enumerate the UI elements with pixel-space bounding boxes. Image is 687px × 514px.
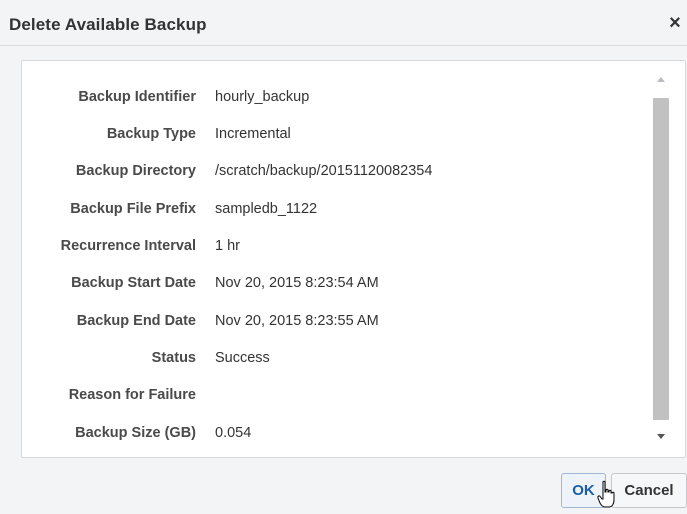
detail-label: Backup Type — [106, 126, 196, 142]
detail-row-backup-file-prefix: Backup File Prefix sampledb_1122 — [22, 201, 662, 221]
detail-row-backup-identifier: Backup Identifier hourly_backup — [22, 89, 662, 109]
detail-label: Backup Identifier — [78, 89, 196, 105]
detail-row-reason-for-failure: Reason for Failure — [22, 387, 662, 407]
hand-pointer-icon — [597, 480, 615, 508]
detail-value: Success — [215, 350, 270, 366]
detail-row-backup-size: Backup Size (GB) 0.054 — [22, 425, 662, 445]
detail-label: Reason for Failure — [68, 387, 196, 403]
detail-label: Backup Start Date — [71, 275, 196, 291]
detail-value: 1 hr — [215, 238, 240, 254]
detail-value: Nov 20, 2015 8:23:54 AM — [215, 275, 379, 291]
detail-row-recurrence-interval: Recurrence Interval 1 hr — [22, 238, 662, 258]
detail-row-backup-directory: Backup Directory /scratch/backup/2015112… — [22, 163, 662, 183]
dialog-title: Delete Available Backup — [9, 15, 207, 34]
cancel-button[interactable]: Cancel — [611, 473, 687, 508]
detail-label: Recurrence Interval — [60, 238, 196, 254]
dialog-titlebar: Delete Available Backup × — [0, 0, 687, 46]
detail-row-backup-end-date: Backup End Date Nov 20, 2015 8:23:55 AM — [22, 313, 662, 333]
delete-backup-dialog: Delete Available Backup × Backup Identif… — [0, 0, 687, 514]
detail-label: Backup Size (GB) — [75, 425, 196, 441]
detail-value: /scratch/backup/20151120082354 — [215, 163, 433, 179]
detail-label: Status — [151, 350, 196, 366]
backup-details-panel: Backup Identifier hourly_backup Backup T… — [21, 60, 686, 458]
detail-value: Nov 20, 2015 8:23:55 AM — [215, 313, 379, 329]
chevron-up-icon[interactable] — [651, 73, 671, 87]
close-icon[interactable]: × — [665, 12, 685, 34]
detail-value: sampledb_1122 — [215, 201, 318, 217]
detail-row-backup-start-date: Backup Start Date Nov 20, 2015 8:23:54 A… — [22, 275, 662, 295]
vertical-scrollbar[interactable] — [651, 73, 671, 444]
detail-value: 0.054 — [215, 425, 252, 441]
chevron-down-icon[interactable] — [651, 430, 671, 444]
detail-label: Backup End Date — [76, 313, 196, 329]
detail-value: hourly_backup — [215, 89, 310, 105]
detail-label: Backup File Prefix — [70, 201, 196, 217]
detail-value: Incremental — [215, 126, 291, 142]
detail-row-backup-type: Backup Type Incremental — [22, 126, 662, 146]
detail-label: Backup Directory — [75, 163, 196, 179]
scrollbar-thumb[interactable] — [653, 98, 669, 420]
detail-row-status: Status Success — [22, 350, 662, 370]
